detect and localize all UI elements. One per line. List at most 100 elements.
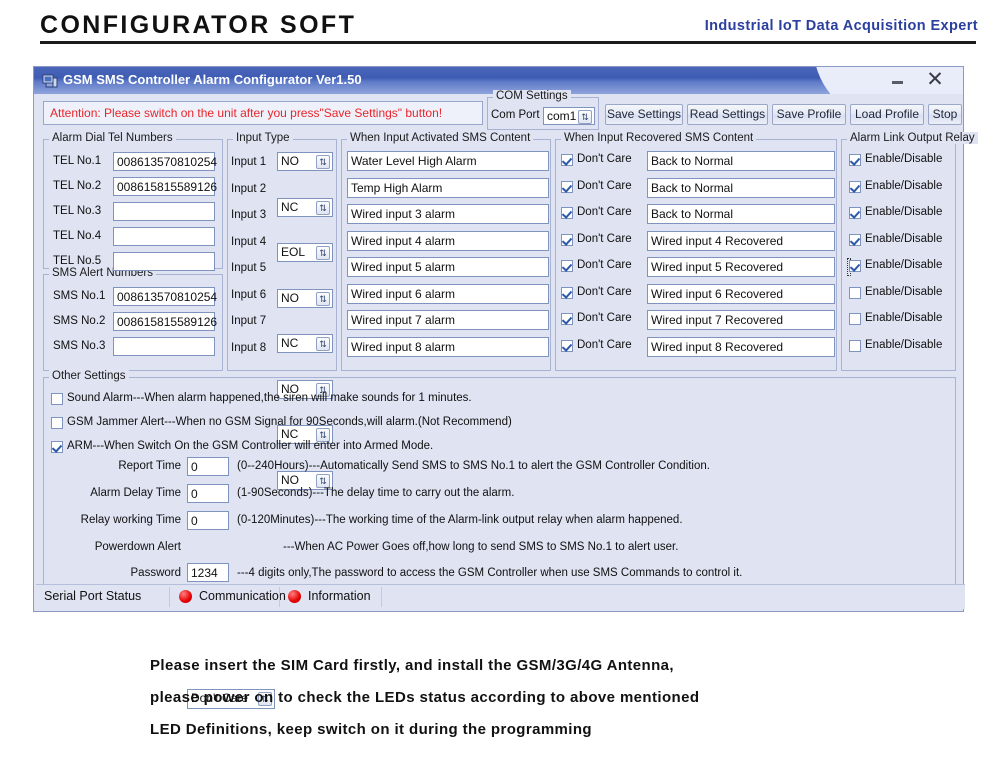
recovered-sms-input[interactable]: Wired input 4 Recovered: [647, 231, 835, 251]
sms-number-input[interactable]: [113, 337, 215, 356]
dont-care-label: Don't Care: [577, 153, 632, 165]
input-type-value: EOL: [281, 245, 305, 259]
activated-sms-value: Wired input 3 alarm: [351, 207, 455, 221]
com-port-select[interactable]: com1 ⇅: [543, 107, 595, 125]
dont-care-checkbox[interactable]: [561, 287, 573, 299]
other-setting-label: ARM---When Switch On the GSM Controller …: [67, 440, 433, 452]
stop-button[interactable]: Stop: [928, 104, 962, 125]
input-type-select[interactable]: EOL ⇅: [277, 243, 333, 262]
dont-care-checkbox[interactable]: [561, 313, 573, 325]
sms-row-label: SMS No.1: [53, 290, 105, 302]
load-profile-button[interactable]: Load Profile: [850, 104, 924, 125]
activated-sms-input[interactable]: Water Level High Alarm: [347, 151, 549, 171]
tel-number-input[interactable]: [113, 202, 215, 221]
activated-sms-value: Wired input 5 alarm: [351, 260, 455, 274]
relay-enable-label: Enable/Disable: [865, 206, 942, 218]
relay-enable-label: Enable/Disable: [865, 153, 942, 165]
dont-care-checkbox[interactable]: [561, 340, 573, 352]
tel-number-input[interactable]: 008613570810254: [113, 152, 215, 171]
input-type-select[interactable]: NC ⇅: [277, 198, 333, 217]
other-setting-checkbox[interactable]: [51, 417, 63, 429]
other-field-label: Report Time: [53, 460, 181, 472]
relay-enable-checkbox[interactable]: [849, 154, 861, 166]
relay-enable-checkbox[interactable]: [849, 313, 861, 325]
relay-enable-label: Enable/Disable: [865, 233, 942, 245]
alarm-link-relay-legend: Alarm Link Output Relay: [847, 132, 978, 144]
chevron-updown-icon: ⇅: [316, 292, 330, 306]
status-bar: Serial Port Status Communication Informa…: [36, 584, 965, 609]
minimize-button[interactable]: [892, 75, 903, 86]
recovered-sms-value: Back to Normal: [651, 181, 733, 195]
toolbar: Attention: Please switch on the unit aft…: [35, 94, 962, 134]
sms-row-label: SMS No.3: [53, 340, 105, 352]
input-type-legend: Input Type: [233, 132, 293, 144]
activated-sms-input[interactable]: Wired input 6 alarm: [347, 284, 549, 304]
tel-number-input[interactable]: [113, 227, 215, 246]
powerdown-alert-label: Powerdown Alert: [53, 541, 181, 553]
other-field-input[interactable]: 0: [187, 511, 229, 530]
recovered-sms-value: Wired input 5 Recovered: [651, 260, 783, 274]
tel-row-label: TEL No.5: [53, 255, 101, 267]
sms-number-input[interactable]: 008613570810254: [113, 287, 215, 306]
chevron-updown-icon: ⇅: [316, 474, 330, 488]
recovered-sms-value: Wired input 7 Recovered: [651, 313, 783, 327]
password-input[interactable]: 1234: [187, 563, 229, 582]
activated-sms-input[interactable]: Temp High Alarm: [347, 178, 549, 198]
other-setting-label: Sound Alarm---When alarm happened,the si…: [67, 392, 472, 404]
other-field-value: 0: [191, 460, 198, 474]
activated-sms-input[interactable]: Wired input 8 alarm: [347, 337, 549, 357]
save-settings-button[interactable]: Save Settings: [605, 104, 683, 125]
dont-care-checkbox[interactable]: [561, 154, 573, 166]
dont-care-checkbox[interactable]: [561, 234, 573, 246]
read-settings-button[interactable]: Read Settings: [687, 104, 768, 125]
input-type-select[interactable]: NO ⇅: [277, 289, 333, 308]
input-type-row-label: Input 4: [231, 236, 266, 248]
relay-enable-label: Enable/Disable: [865, 259, 942, 271]
header-divider: [40, 41, 976, 44]
recovered-sms-input[interactable]: Back to Normal: [647, 204, 835, 224]
save-profile-button[interactable]: Save Profile: [772, 104, 846, 125]
recovered-sms-input[interactable]: Wired input 8 Recovered: [647, 337, 835, 357]
dont-care-checkbox[interactable]: [561, 260, 573, 272]
com-port-label: Com Port: [491, 109, 540, 121]
other-setting-checkbox[interactable]: [51, 393, 63, 405]
input-type-select[interactable]: NO ⇅: [277, 152, 333, 171]
close-icon[interactable]: ✕: [924, 69, 946, 91]
other-setting-checkbox[interactable]: [51, 441, 63, 453]
input-type-row-label: Input 7: [231, 315, 266, 327]
activated-sms-input[interactable]: Wired input 5 alarm: [347, 257, 549, 277]
relay-enable-checkbox[interactable]: [849, 234, 861, 246]
sms-number-input[interactable]: 008615815589126: [113, 312, 215, 331]
tel-number-input[interactable]: 008615815589126: [113, 177, 215, 196]
recovered-sms-input[interactable]: Wired input 7 Recovered: [647, 310, 835, 330]
relay-enable-checkbox[interactable]: [849, 340, 861, 352]
recovered-sms-input[interactable]: Wired input 6 Recovered: [647, 284, 835, 304]
tel-number-input[interactable]: [113, 252, 215, 271]
chevron-updown-icon: ⇅: [316, 201, 330, 215]
chevron-updown-icon: ⇅: [316, 155, 330, 169]
sms-number-value: 008613570810254: [117, 290, 217, 304]
activated-sms-input[interactable]: Wired input 7 alarm: [347, 310, 549, 330]
relay-enable-checkbox[interactable]: [849, 181, 861, 193]
activated-sms-input[interactable]: Wired input 3 alarm: [347, 204, 549, 224]
other-field-input[interactable]: 0: [187, 484, 229, 503]
input-type-row-label: Input 8: [231, 342, 266, 354]
relay-enable-checkbox[interactable]: [849, 260, 861, 272]
status-separator: [169, 587, 170, 607]
recovered-sms-input[interactable]: Back to Normal: [647, 151, 835, 171]
recovered-sms-input[interactable]: Wired input 5 Recovered: [647, 257, 835, 277]
other-field-input[interactable]: 0: [187, 457, 229, 476]
application-window: GSM SMS Controller Alarm Configurator Ve…: [33, 66, 964, 612]
relay-enable-checkbox[interactable]: [849, 287, 861, 299]
dont-care-checkbox[interactable]: [561, 207, 573, 219]
relay-enable-checkbox[interactable]: [849, 207, 861, 219]
other-field-value: 0: [191, 514, 198, 528]
dont-care-checkbox[interactable]: [561, 181, 573, 193]
input-type-select[interactable]: NC ⇅: [277, 334, 333, 353]
attention-banner: Attention: Please switch on the unit aft…: [43, 101, 483, 125]
recovered-sms-input[interactable]: Back to Normal: [647, 178, 835, 198]
activated-sms-input[interactable]: Wired input 4 alarm: [347, 231, 549, 251]
tel-row-label: TEL No.1: [53, 155, 101, 167]
input-type-row-label: Input 5: [231, 262, 266, 274]
information-label: Information: [308, 589, 371, 603]
